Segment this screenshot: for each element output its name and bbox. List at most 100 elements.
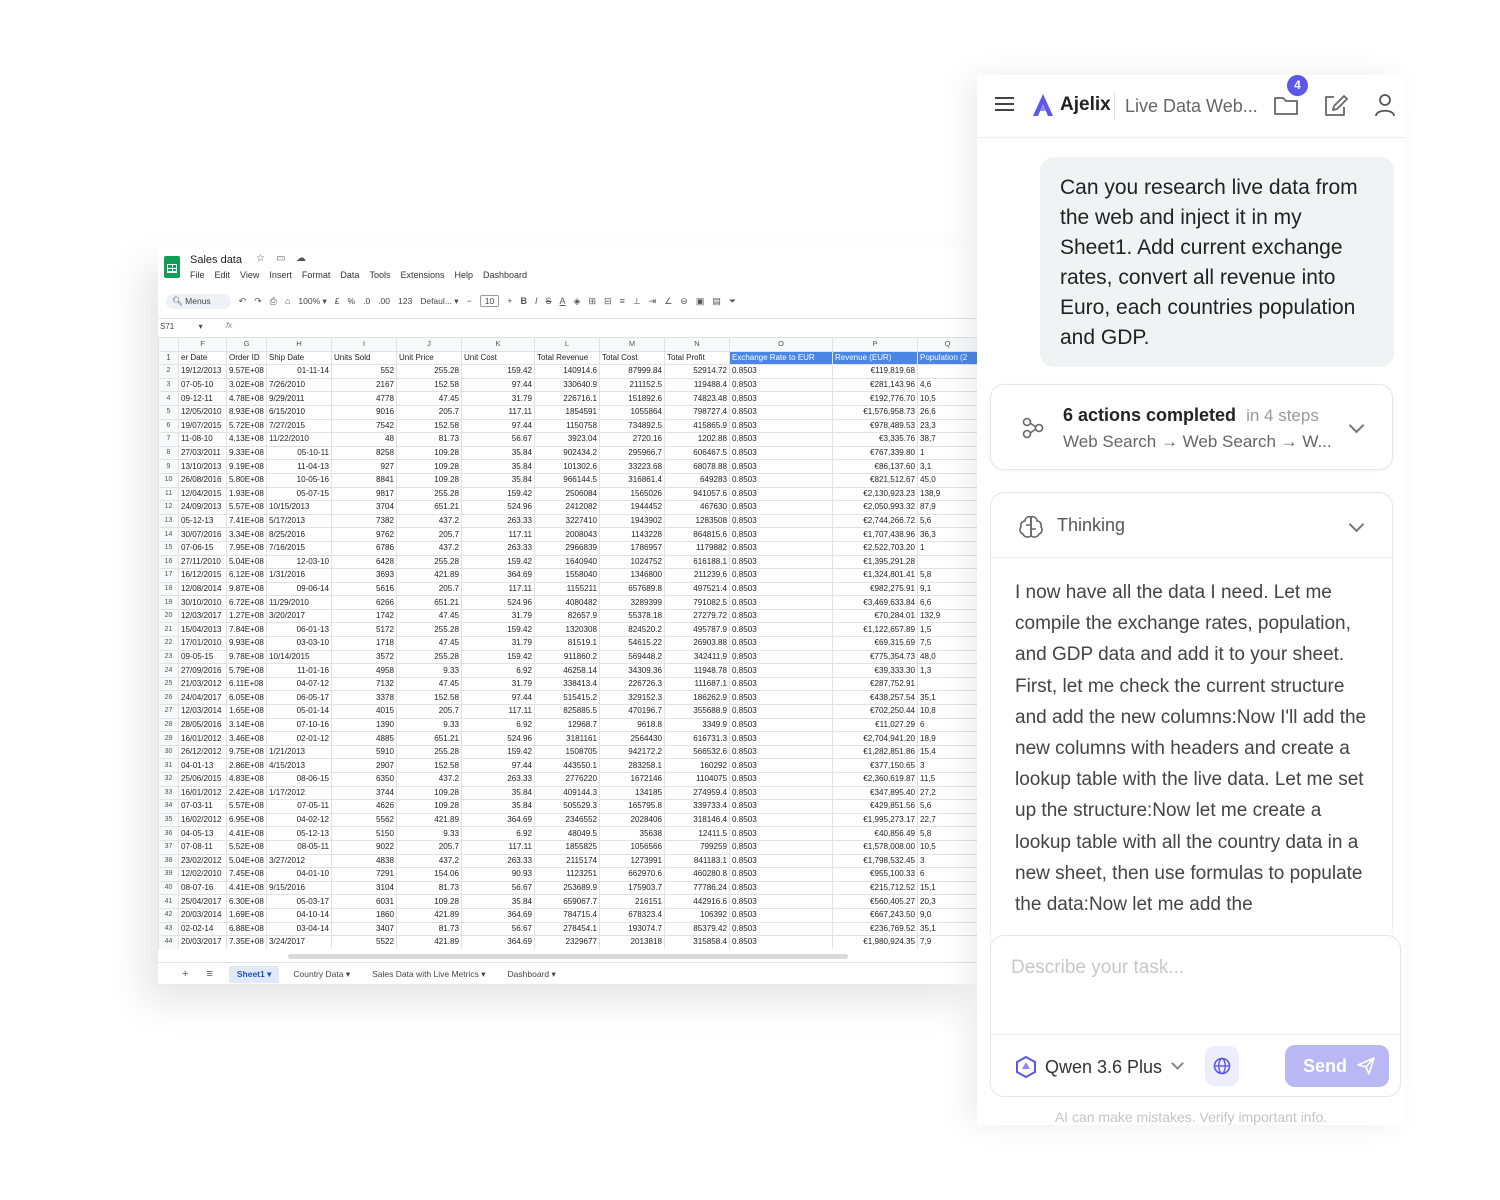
- cell[interactable]: 415865.9: [664, 418, 730, 434]
- cell[interactable]: 799259: [664, 839, 730, 855]
- cell[interactable]: 26903.88: [664, 636, 730, 651]
- row-number[interactable]: 26: [158, 690, 179, 706]
- header-cell[interactable]: Units Sold: [331, 350, 397, 366]
- cell[interactable]: 8.93E+08: [226, 404, 267, 420]
- cell[interactable]: 9022: [331, 839, 397, 855]
- cell[interactable]: 4.41E+08: [226, 880, 267, 896]
- cell[interactable]: 11/29/2010: [266, 595, 332, 610]
- row-number[interactable]: 15: [158, 540, 179, 556]
- cell[interactable]: €775,354.73: [832, 649, 918, 665]
- cell[interactable]: 784715.4: [534, 907, 600, 923]
- cell[interactable]: 30/10/2010: [178, 595, 227, 610]
- header-cell[interactable]: Ship Date: [266, 350, 332, 366]
- font-select[interactable]: Defaul... ▾: [420, 296, 458, 307]
- cell[interactable]: 7.35E+08: [226, 935, 267, 949]
- cell[interactable]: 06-01-13: [266, 622, 332, 638]
- cell[interactable]: 0.8503: [729, 744, 833, 760]
- cell[interactable]: 505529.3: [534, 799, 600, 814]
- cell[interactable]: 7/27/2015: [266, 418, 332, 434]
- cell[interactable]: 1565026: [599, 486, 665, 502]
- cell[interactable]: 21/03/2012: [178, 676, 227, 692]
- cell[interactable]: 6.92: [461, 717, 535, 733]
- cell[interactable]: 109.28: [396, 894, 462, 909]
- menu-item-extensions[interactable]: Extensions: [400, 270, 444, 280]
- row-number[interactable]: 11: [158, 486, 179, 502]
- cell[interactable]: [917, 554, 978, 570]
- cell[interactable]: 6350: [331, 772, 397, 787]
- cell[interactable]: €1,578,008.00: [832, 839, 918, 855]
- cell[interactable]: 35638: [599, 826, 665, 841]
- cell[interactable]: 12/08/2014: [178, 581, 227, 597]
- cell[interactable]: 26,6: [917, 404, 978, 420]
- cell[interactable]: 226716.1: [534, 391, 600, 406]
- cell[interactable]: 651.21: [396, 731, 462, 746]
- bold-icon[interactable]: B: [521, 296, 528, 306]
- cell[interactable]: 3.34E+08: [226, 527, 267, 542]
- cell[interactable]: €2,744,266.72: [832, 513, 918, 529]
- menus-search[interactable]: 🔍︎ Menus: [166, 293, 231, 309]
- cell[interactable]: 0.8503: [729, 907, 833, 923]
- cell[interactable]: 159.42: [461, 622, 535, 638]
- cell[interactable]: 2013818: [599, 935, 665, 949]
- column-letter[interactable]: H: [266, 337, 332, 352]
- new-chat-edit-icon[interactable]: [1324, 93, 1350, 119]
- cell[interactable]: 165795.8: [599, 799, 665, 814]
- cell[interactable]: 7,9: [917, 935, 978, 949]
- row-number[interactable]: 12: [158, 500, 179, 515]
- cell[interactable]: 8258: [331, 445, 397, 461]
- cell[interactable]: 4,6: [917, 377, 978, 393]
- cell[interactable]: €978,489.53: [832, 418, 918, 434]
- cell[interactable]: 437.2: [396, 513, 462, 529]
- cell[interactable]: 9/15/2016: [266, 880, 332, 896]
- cell[interactable]: 3: [917, 758, 978, 773]
- cell[interactable]: €702,250.44: [832, 704, 918, 719]
- cell[interactable]: 46258.14: [534, 663, 600, 678]
- cell[interactable]: 1: [917, 445, 978, 461]
- cell[interactable]: 5.80E+08: [226, 472, 267, 488]
- add-sheet-icon[interactable]: +: [182, 968, 188, 980]
- cell[interactable]: 48: [331, 432, 397, 447]
- chevron-down-icon[interactable]: [1171, 1057, 1184, 1070]
- cell[interactable]: 04-05-13: [178, 826, 227, 841]
- cell[interactable]: 3572: [331, 649, 397, 665]
- text-wrap-icon[interactable]: ⇥: [649, 296, 657, 307]
- cell[interactable]: 0.8503: [729, 486, 833, 502]
- cell[interactable]: 9.33: [396, 826, 462, 841]
- cell[interactable]: 97.44: [461, 418, 535, 434]
- cell[interactable]: 3.02E+08: [226, 377, 267, 393]
- cell[interactable]: 734892.5: [599, 418, 665, 434]
- cell[interactable]: 56.67: [461, 432, 535, 447]
- cell[interactable]: 278454.1: [534, 921, 600, 937]
- cell[interactable]: 255.28: [396, 486, 462, 502]
- chevron-down-icon[interactable]: [1348, 516, 1365, 533]
- cell[interactable]: 19/12/2013: [178, 364, 227, 379]
- cell[interactable]: 09-06-14: [266, 581, 332, 597]
- cell[interactable]: 7.45E+08: [226, 867, 267, 882]
- cell[interactable]: 74823.48: [664, 391, 730, 406]
- cell[interactable]: 497521.4: [664, 581, 730, 597]
- cell[interactable]: 0.8503: [729, 676, 833, 692]
- cell[interactable]: €192,776.70: [832, 391, 918, 406]
- column-letter[interactable]: K: [461, 337, 535, 352]
- cell[interactable]: 9618.8: [599, 717, 665, 733]
- cell[interactable]: 47.45: [396, 391, 462, 406]
- cell[interactable]: 35.84: [461, 785, 535, 801]
- redo-icon[interactable]: ↷: [254, 296, 262, 307]
- cell[interactable]: 798727.4: [664, 404, 730, 420]
- cell[interactable]: 9762: [331, 527, 397, 542]
- undo-icon[interactable]: ↶: [239, 296, 247, 307]
- cell[interactable]: 1.69E+08: [226, 907, 267, 923]
- cell[interactable]: 606467.5: [664, 445, 730, 461]
- cell[interactable]: 20,3: [917, 894, 978, 909]
- cell[interactable]: 1143228: [599, 527, 665, 542]
- column-letter[interactable]: L: [534, 337, 600, 352]
- cell[interactable]: 02-02-14: [178, 921, 227, 937]
- cell[interactable]: 4015: [331, 704, 397, 719]
- cell[interactable]: 05-12-13: [178, 513, 227, 529]
- cell[interactable]: 5522: [331, 935, 397, 949]
- cell[interactable]: 35,1: [917, 921, 978, 937]
- cell[interactable]: 0.8503: [729, 540, 833, 556]
- cell[interactable]: 1/17/2012: [266, 785, 332, 801]
- cell[interactable]: 283258.1: [599, 758, 665, 773]
- cell[interactable]: 0.8503: [729, 445, 833, 461]
